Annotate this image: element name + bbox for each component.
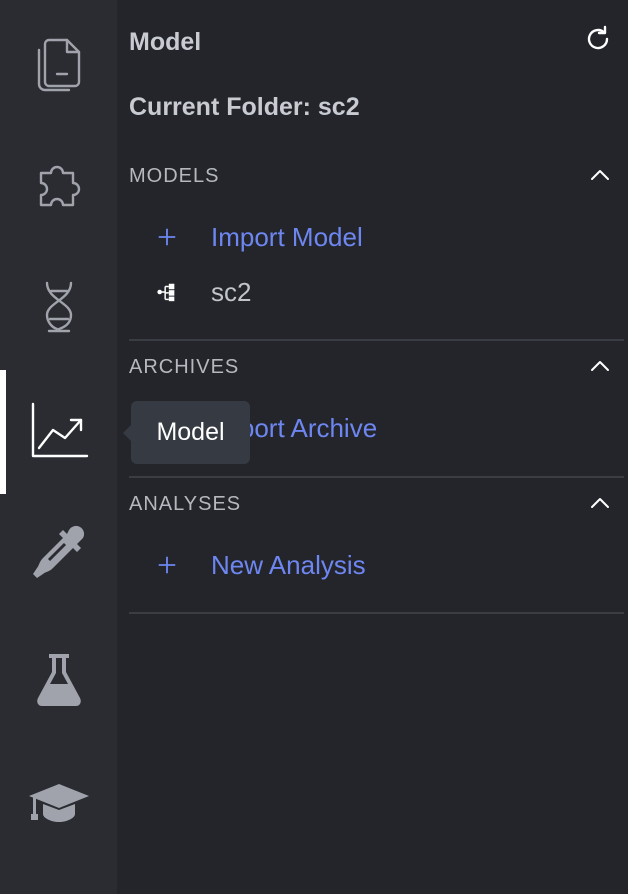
activity-item-experiments[interactable] xyxy=(0,618,117,742)
activity-item-model[interactable] xyxy=(0,370,117,494)
model-item-sc2[interactable]: sc2 xyxy=(129,270,624,314)
panel-title: Model xyxy=(129,28,202,56)
section-header-models[interactable]: MODELS xyxy=(129,163,624,193)
section-archives: ARCHIVES Import Archive xyxy=(129,354,624,443)
activity-item-plugins[interactable] xyxy=(0,121,117,245)
model-item-label: sc2 xyxy=(211,276,252,307)
file-document-icon xyxy=(37,38,80,92)
eyedropper-icon xyxy=(32,525,84,578)
activity-item-files[interactable] xyxy=(0,0,117,124)
section-divider xyxy=(129,339,624,341)
chevron-up-icon[interactable] xyxy=(588,354,612,378)
plus-icon xyxy=(155,225,179,249)
activity-item-learn[interactable] xyxy=(0,740,117,864)
activity-bar xyxy=(0,0,117,894)
dna-icon xyxy=(45,281,72,333)
section-divider xyxy=(129,612,624,614)
graduation-cap-icon xyxy=(28,784,89,822)
section-analyses: ANALYSES New Analysis xyxy=(129,491,624,580)
plus-icon xyxy=(155,553,179,577)
section-title-models: MODELS xyxy=(129,165,220,187)
section-title-analyses: ANALYSES xyxy=(129,493,242,515)
active-indicator xyxy=(0,370,6,494)
refresh-icon[interactable] xyxy=(583,24,613,54)
section-header-archives[interactable]: ARCHIVES xyxy=(129,354,624,384)
activity-item-sampling[interactable] xyxy=(0,494,117,618)
section-models: MODELS Import Model sc2 xyxy=(129,163,624,307)
current-folder-label: Current Folder: sc2 xyxy=(129,93,360,121)
chevron-up-icon[interactable] xyxy=(588,163,612,187)
model-tree-icon xyxy=(155,280,179,304)
puzzle-piece-icon xyxy=(39,165,80,207)
section-title-archives: ARCHIVES xyxy=(129,356,240,378)
tooltip: Model xyxy=(123,401,250,464)
chart-line-icon xyxy=(31,402,88,458)
chevron-up-icon[interactable] xyxy=(588,491,612,515)
app-window: Model Current Folder: sc2 MODELS Import … xyxy=(0,0,628,894)
new-analysis-button[interactable]: New Analysis xyxy=(129,543,624,587)
section-header-analyses[interactable]: ANALYSES xyxy=(129,491,624,521)
import-model-label: Import Model xyxy=(211,221,363,252)
flask-icon xyxy=(36,654,81,706)
activity-item-genomics[interactable] xyxy=(0,245,117,369)
import-model-button[interactable]: Import Model xyxy=(129,215,624,259)
new-analysis-label: New Analysis xyxy=(211,549,366,580)
section-divider xyxy=(129,476,624,478)
